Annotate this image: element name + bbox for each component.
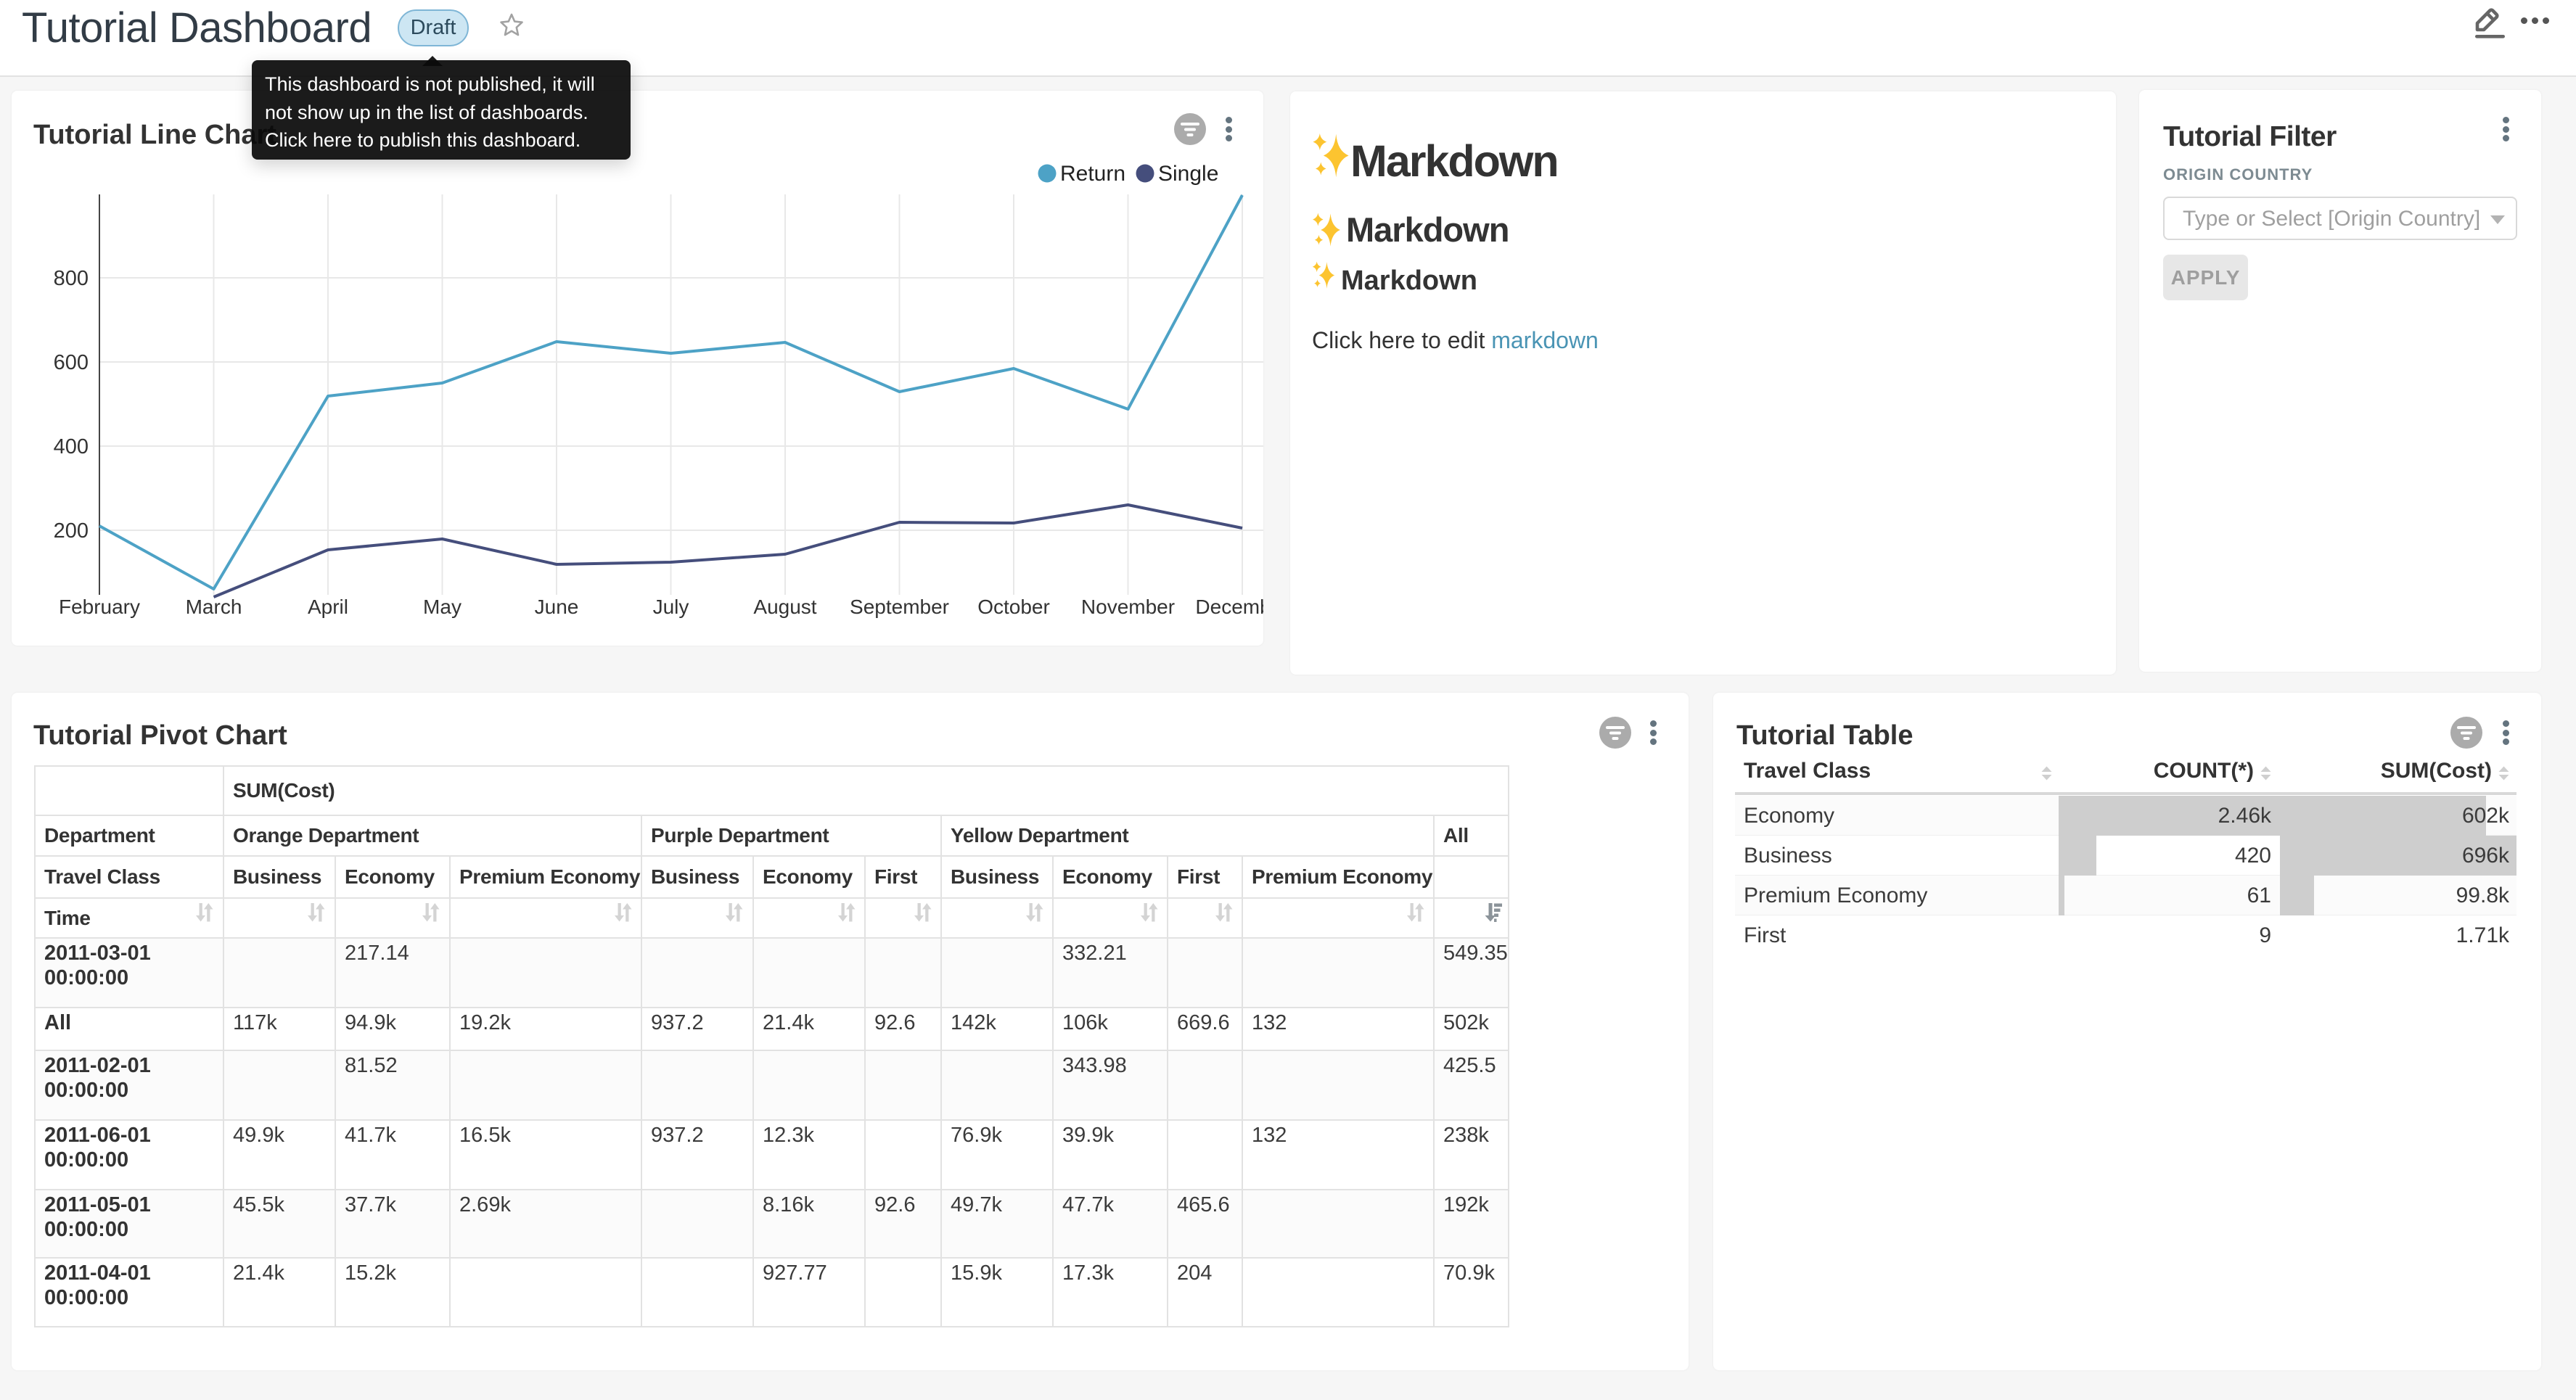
svg-text:September: September [850,596,949,618]
svg-text:December: December [1195,596,1263,618]
svg-text:800: 800 [54,267,89,290]
svg-text:400: 400 [54,435,89,458]
svg-text:November: November [1081,596,1175,618]
svg-text:July: July [653,596,689,618]
svg-text:600: 600 [54,351,89,374]
svg-text:August: August [753,596,816,618]
svg-text:Single: Single [1158,162,1218,186]
svg-text:Return: Return [1060,162,1125,186]
svg-text:June: June [535,596,579,618]
svg-text:February: February [59,596,140,618]
svg-text:April: April [308,596,348,618]
svg-text:March: March [186,596,242,618]
svg-text:October: October [977,596,1050,618]
svg-text:200: 200 [54,519,89,543]
svg-text:May: May [423,596,462,618]
